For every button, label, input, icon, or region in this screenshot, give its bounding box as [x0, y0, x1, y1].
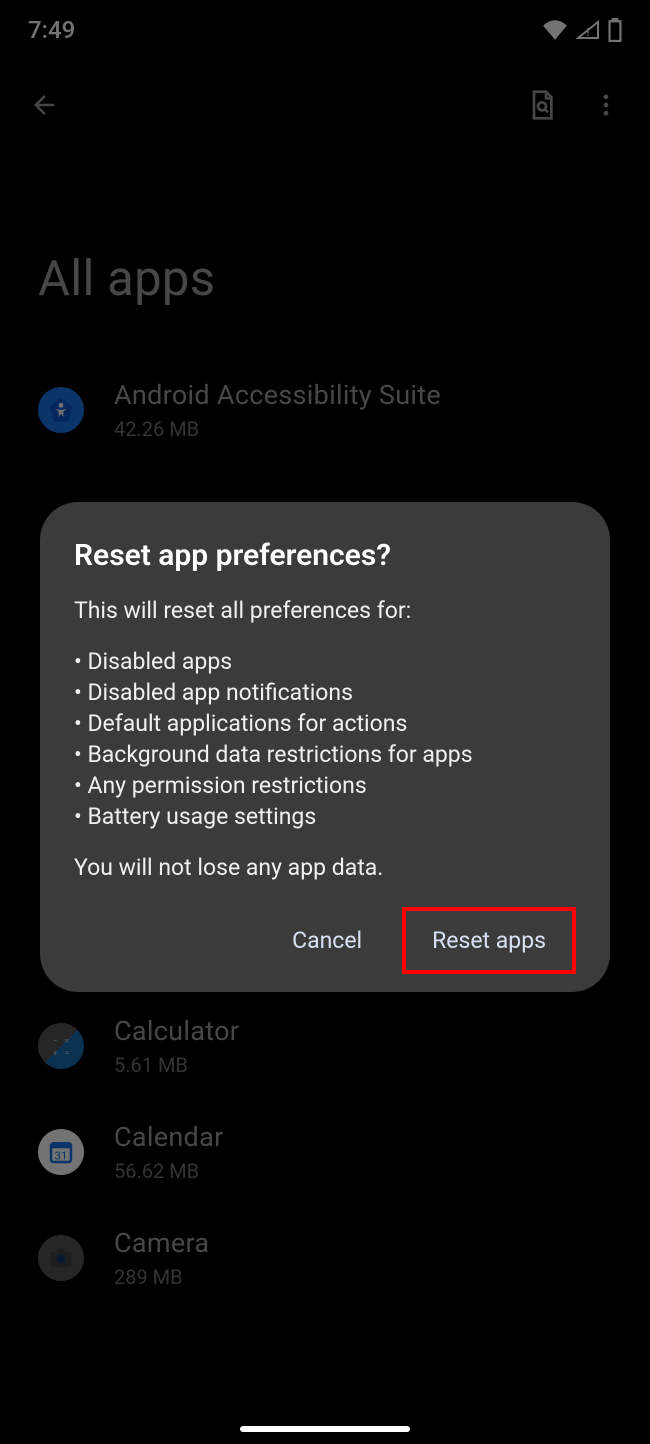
dialog-note: You will not lose any app data. — [74, 852, 576, 883]
bullet-item: • Disabled app notifications — [74, 677, 576, 708]
dialog-intro: This will reset all preferences for: — [74, 595, 576, 626]
bullet-item: • Battery usage settings — [74, 801, 576, 832]
dialog-body: This will reset all preferences for: • D… — [74, 595, 576, 883]
bullet-item: • Disabled apps — [74, 646, 576, 677]
bullet-item: • Default applications for actions — [74, 708, 576, 739]
cancel-button[interactable]: Cancel — [274, 913, 380, 968]
bullet-item: • Background data restrictions for apps — [74, 739, 576, 770]
nav-handle[interactable] — [240, 1426, 410, 1432]
dialog-bullets: • Disabled apps • Disabled app notificat… — [74, 646, 576, 832]
bullet-item: • Any permission restrictions — [74, 770, 576, 801]
highlight-annotation: Reset apps — [402, 907, 576, 974]
dialog-title: Reset app preferences? — [74, 538, 576, 573]
dialog-actions: Cancel Reset apps — [74, 907, 576, 974]
reset-apps-button[interactable]: Reset apps — [414, 913, 564, 968]
reset-dialog: Reset app preferences? This will reset a… — [40, 502, 610, 992]
